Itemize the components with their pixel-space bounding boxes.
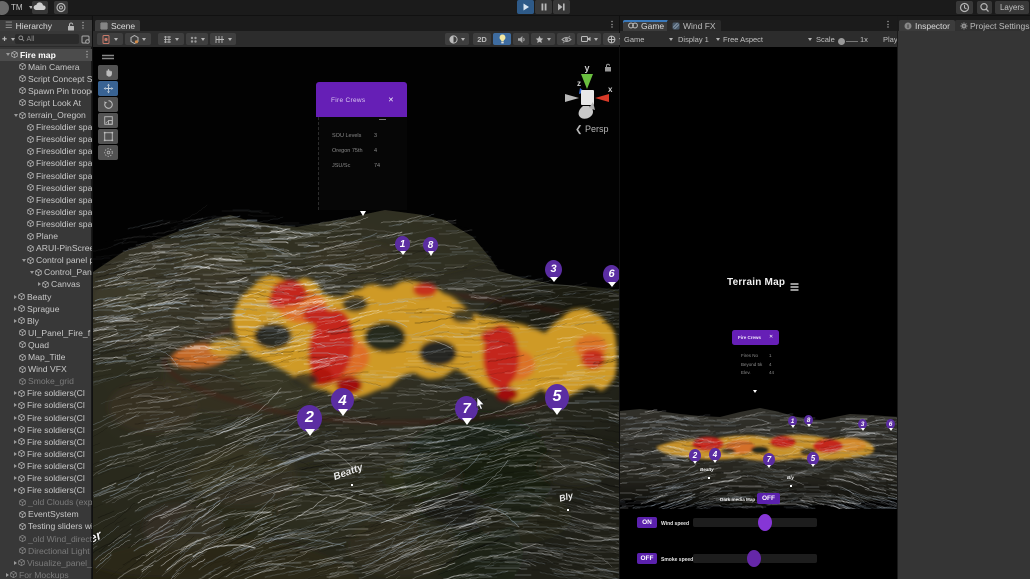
svg-text:z: z — [577, 79, 581, 88]
svg-text:y: y — [584, 63, 589, 73]
svg-text:x: x — [608, 85, 613, 94]
